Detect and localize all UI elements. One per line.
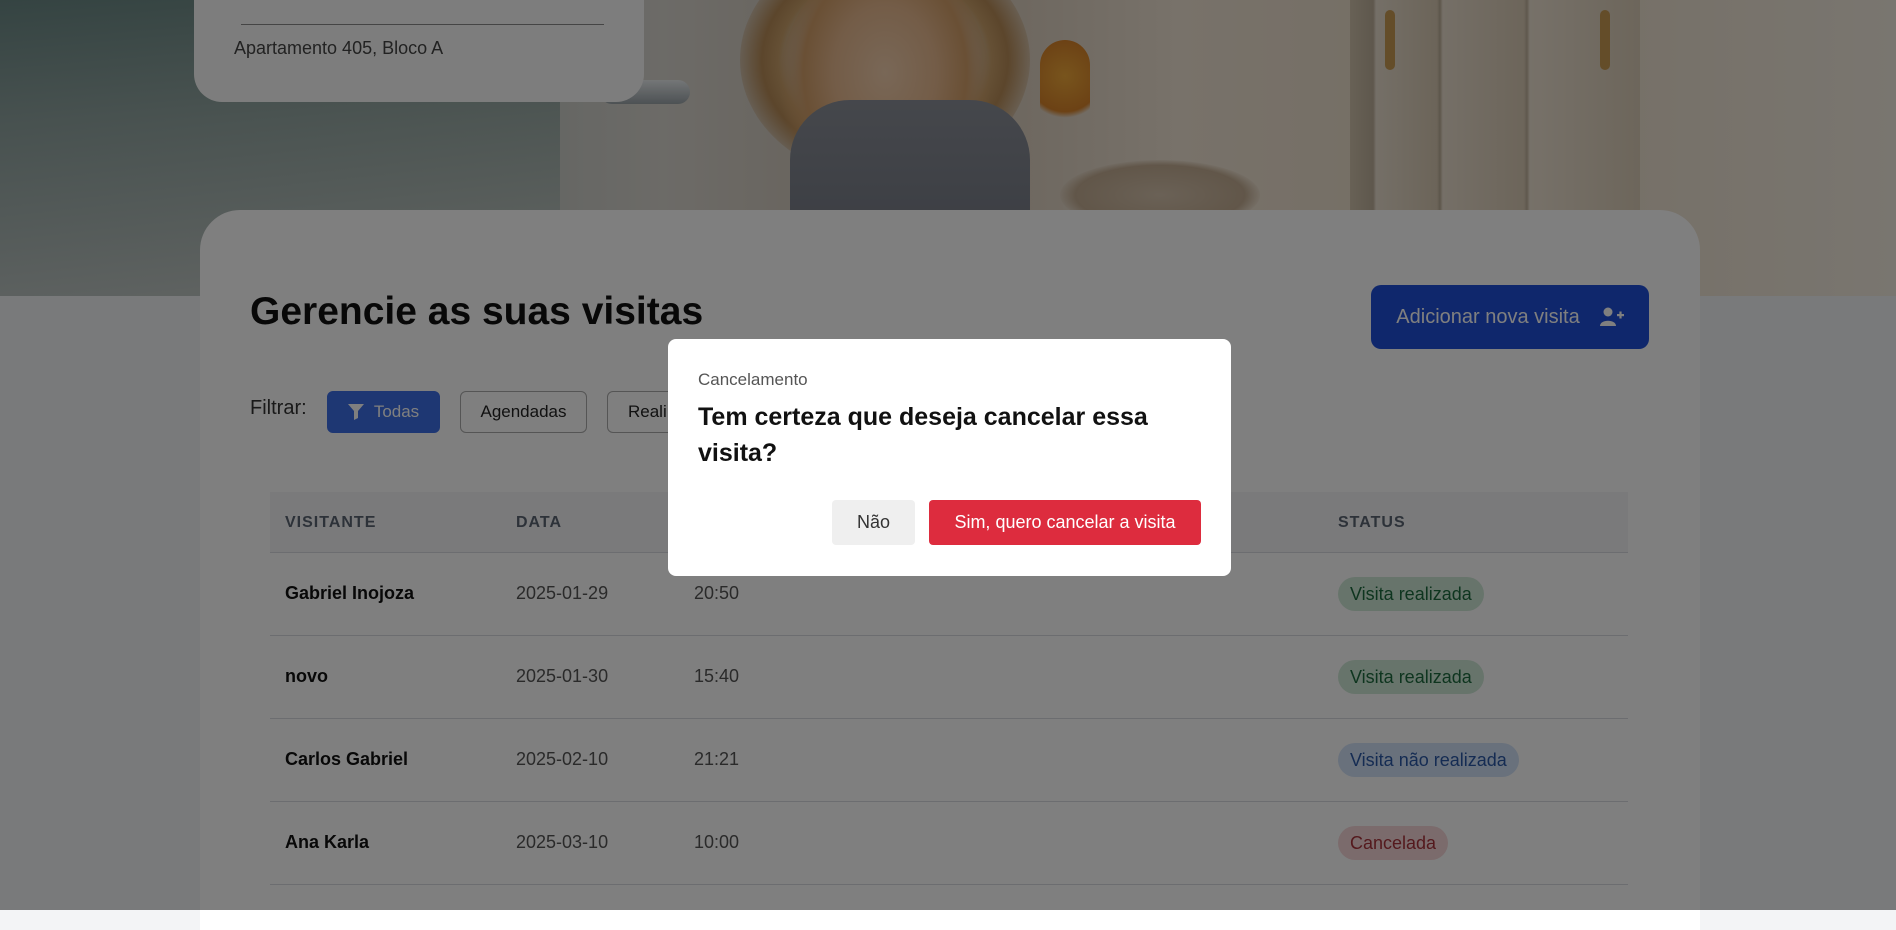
cancel-confirmation-dialog: Cancelamento Tem certeza que deseja canc… xyxy=(668,339,1231,576)
confirm-cancel-button[interactable]: Sim, quero cancelar a visita xyxy=(929,500,1201,545)
dialog-subtitle: Cancelamento xyxy=(698,370,808,389)
dialog-title: Tem certeza que deseja cancelar essa vis… xyxy=(698,403,1148,467)
no-button[interactable]: Não xyxy=(832,500,915,545)
